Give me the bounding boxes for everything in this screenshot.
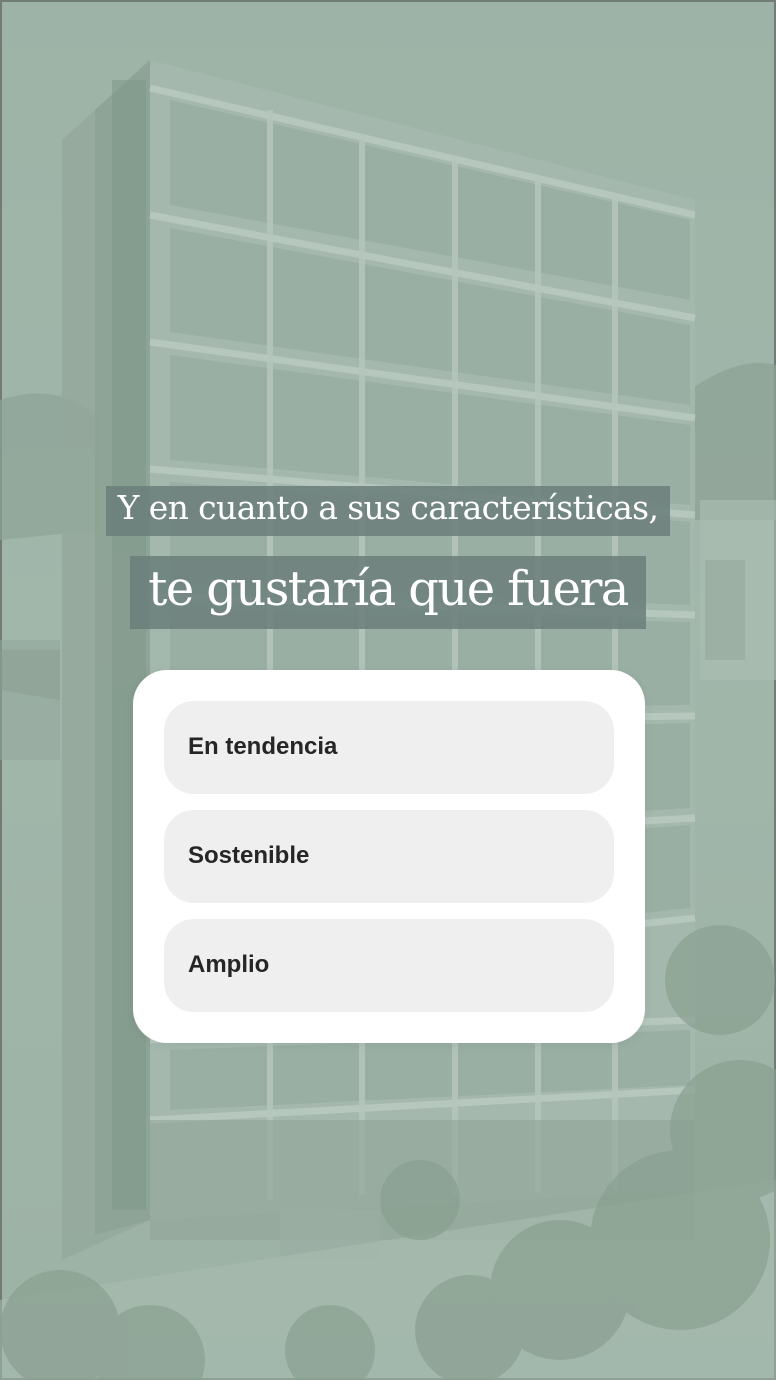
caption-line-2: te gustaría que fuera xyxy=(0,556,776,629)
caption-line-2-text: te gustaría que fuera xyxy=(130,556,646,629)
poll-option-label: Sostenible xyxy=(188,842,310,869)
caption-line-1: Y en cuanto a sus características, xyxy=(0,486,776,536)
poll-option-label: En tendencia xyxy=(188,733,338,760)
story-frame: Y en cuanto a sus características, te gu… xyxy=(0,0,776,1380)
poll-option-en-tendencia[interactable]: En tendencia xyxy=(164,701,614,794)
poll-option-label: Amplio xyxy=(188,951,270,978)
poll-sticker: En tendencia Sostenible Amplio xyxy=(133,670,645,1043)
poll-option-amplio[interactable]: Amplio xyxy=(164,919,614,1012)
caption-line-1-text: Y en cuanto a sus características, xyxy=(105,486,671,536)
poll-option-sostenible[interactable]: Sostenible xyxy=(164,810,614,903)
